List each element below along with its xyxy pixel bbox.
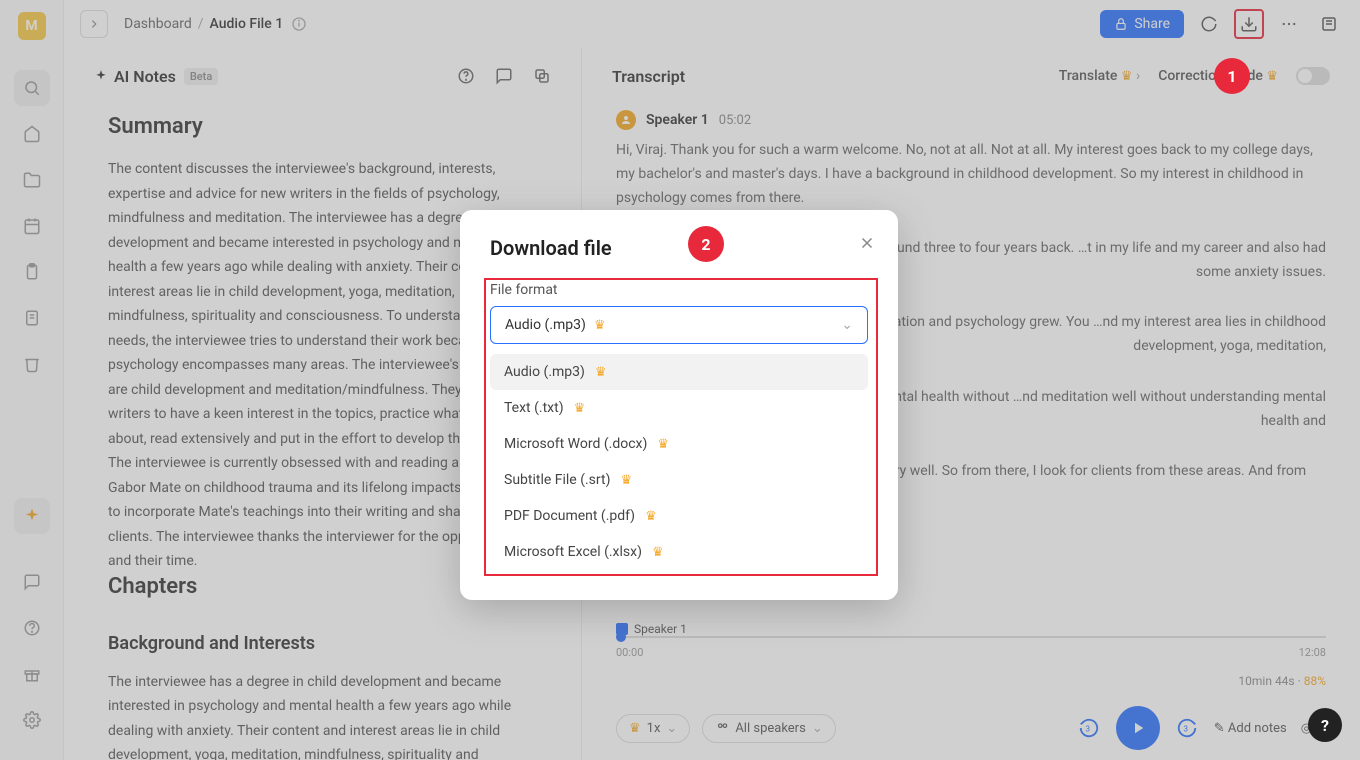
selected-format: Audio (.mp3) — [505, 317, 586, 333]
format-option[interactable]: Subtitle File (.srt) ♛ — [490, 462, 868, 498]
format-option[interactable]: Microsoft Word (.docx) ♛ — [490, 426, 868, 462]
file-format-label: File format — [490, 282, 868, 298]
format-dropdown: Audio (.mp3) ♛ Text (.txt) ♛ Microsoft W… — [490, 354, 868, 570]
format-option[interactable]: Text (.txt) ♛ — [490, 390, 868, 426]
chevron-down-icon: ⌄ — [841, 317, 853, 333]
help-bubble[interactable]: ? — [1308, 708, 1342, 742]
modal-title: Download file — [490, 236, 868, 260]
format-option[interactable]: Audio (.mp3) ♛ — [490, 354, 868, 390]
close-icon[interactable] — [858, 234, 876, 252]
format-option[interactable]: Microsoft Excel (.xlsx) ♛ — [490, 534, 868, 570]
format-option[interactable]: PDF Document (.pdf) ♛ — [490, 498, 868, 534]
annotation-callout-1: 1 — [1214, 58, 1250, 94]
crown-icon: ♛ — [594, 318, 606, 333]
download-modal: Download file File format Audio (.mp3) ♛… — [460, 210, 898, 600]
file-format-select[interactable]: Audio (.mp3) ♛ ⌄ — [490, 306, 868, 344]
annotation-callout-2: 2 — [688, 226, 724, 262]
